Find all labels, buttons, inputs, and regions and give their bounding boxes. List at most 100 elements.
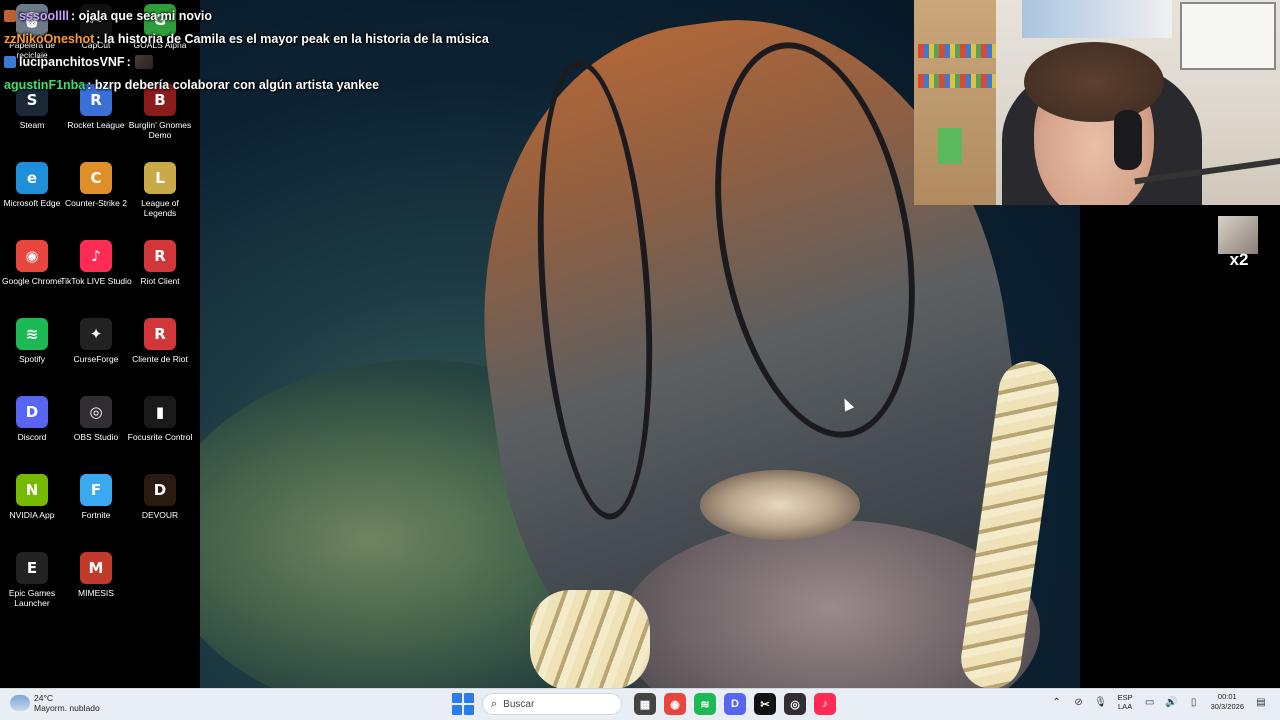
desktop-icon-label: Fortnite [81,510,111,520]
shelf-items [918,74,996,88]
wall-poster [1022,0,1172,38]
fish-mouth [700,470,860,540]
app-icon: D [144,474,176,506]
desktop-icon-label: League of Legends [141,198,179,218]
headset [1114,110,1142,170]
wall-frame [1180,2,1276,70]
desktop-icon-label: Discord [17,432,47,442]
notifications-icon[interactable]: ▤ [1253,694,1269,710]
clock[interactable]: 00:01 30/3/2026 [1211,692,1244,712]
desktop-icon-label: Google Chrome [1,276,62,286]
search-placeholder: Buscar [503,698,535,710]
multiplier-badge: x2 [1229,250,1249,269]
desktop-icon-label: CurseForge [73,354,119,364]
chat-message: zzNikoOneshot: la historia de Camila es … [4,27,564,50]
clock-time: 00:01 [1217,692,1237,701]
desktop-icon[interactable]: D Discord [0,396,64,442]
taskbar-search[interactable]: ⌕ Buscar [482,693,622,715]
desktop-icon[interactable]: C Counter-Strike 2 [64,162,128,208]
desktop-icon[interactable]: ✦ CurseForge [64,318,128,364]
chat-text: : la historia de Camila es el mayor peak… [96,31,489,46]
taskbar-app-obs[interactable]: ◎ [784,693,806,715]
system-tray: ⌃ ⊘ 🎙 ESP LAA ▭ 🔊 ▯ 00:01 30/3/2026 ▤ [1046,692,1272,712]
desktop-icon-label: NVIDIA App [9,510,55,520]
desktop-icon[interactable]: R Riot Client [128,240,192,286]
battery-icon[interactable]: ▯ [1186,694,1202,710]
chat-message: agustinF1nba: bzrp debería colaborar con… [4,73,564,96]
chat-text: : bzrp debería colaborar con algún artis… [87,77,380,92]
desktop-icon-label: Steam [19,120,45,130]
desktop-icon[interactable]: D DEVOUR [128,474,192,520]
chat-message: sssoollll: ojala que sea mi novio [4,4,564,27]
desktop-icon-label: DEVOUR [141,510,179,520]
desktop-icon[interactable]: R Cliente de Riot [128,318,192,364]
app-icon: C [80,162,112,194]
desktop-icon-label: Riot Client [140,276,180,286]
volume-icon[interactable]: 🔊 [1164,694,1180,710]
desktop-icon[interactable]: ◉ Google Chrome [0,240,64,286]
app-icon: N [16,474,48,506]
app-icon: ◉ [16,240,48,272]
chat-username: lucipanchitosVNF [19,54,125,69]
desktop-icon-label: Rocket League [67,120,125,130]
desktop-icon[interactable]: ◎ OBS Studio [64,396,128,442]
desktop-icon[interactable]: M MIMESIS [64,552,128,598]
app-icon: R [144,318,176,350]
desktop-icon[interactable]: ▮ Focusrite Control [128,396,192,442]
desktop-icon[interactable]: ♪ TikTok LIVE Studio [60,240,132,286]
taskbar-app-capcut[interactable]: ✂ [754,693,776,715]
app-icon: ♪ [80,240,112,272]
chat-badge-icon [4,9,16,22]
streamer-hair [1024,42,1164,122]
desktop-icon[interactable]: L League of Legends [128,162,192,218]
taskbar-app-tiktok-live[interactable]: ♪ [814,693,836,715]
chevron-up-icon[interactable]: ⌃ [1049,694,1065,710]
desktop-icon[interactable]: F Fortnite [64,474,128,520]
app-icon: ≋ [16,318,48,350]
desktop-icon-label: Cliente de Riot [132,354,188,364]
desktop-icon-label: Focusrite Control [127,432,193,442]
desktop-icon-label: OBS Studio [73,432,119,442]
desktop-icon[interactable]: E Epic Games Launcher [0,552,64,608]
chat-username: agustinF1nba [4,77,86,92]
gold-chain-bottom [530,590,650,688]
weather-temp: 24°C [34,693,53,703]
desktop-icon-label: Epic Games Launcher [8,588,56,608]
search-icon: ⌕ [491,697,498,710]
desktop-icons: 🗑 Papelera de reciclaje ✂ CapCut G GOALS Alph… [0,0,200,688]
desktop-icon-label: TikTok LIVE Studio [60,276,132,286]
desktop-icon[interactable]: ≋ Spotify [0,318,64,364]
cloud-sun-icon [10,695,30,711]
chat-username: zzNikoOneshot [4,31,95,46]
alert-thumbnail [1218,216,1258,254]
chat-text: : ojala que sea mi novio [71,8,213,23]
start-button[interactable] [452,693,474,715]
taskbar-center: ⌕ Buscar ▦ ◉ ≋ D ✂ ◎ ♪ [452,693,840,715]
desktop-icon[interactable]: e Microsoft Edge [0,162,64,208]
taskbar-apps: ▦ ◉ ≋ D ✂ ◎ ♪ [630,693,840,715]
desktop-icon-label: Microsoft Edge [3,198,61,208]
desktop-icon-label: Burglin' Gnomes Demo [128,120,192,140]
weather-desc: Mayorm. nublado [34,703,100,713]
network-off-icon[interactable]: ⊘ [1071,694,1087,710]
desktop-icon-label: Spotify [19,354,45,364]
emote-icon [134,54,153,69]
display-icon[interactable]: ▭ [1142,694,1158,710]
app-icon: ◎ [80,396,112,428]
taskbar-app-discord[interactable]: D [724,693,746,715]
taskbar-app-spotify[interactable]: ≋ [694,693,716,715]
desktop-icon-label: Counter-Strike 2 [65,198,127,208]
desktop-icon[interactable]: N NVIDIA App [0,474,64,520]
app-icon: D [16,396,48,428]
taskbar-app-file-explorer[interactable]: ▦ [634,693,656,715]
chat-message: lucipanchitosVNF: [4,50,564,73]
app-icon: F [80,474,112,506]
taskbar-app-chrome[interactable]: ◉ [664,693,686,715]
desktop-icon-label: MIMESIS [78,588,114,598]
microphone-icon[interactable]: 🎙 [1093,694,1109,710]
app-icon: ✦ [80,318,112,350]
app-icon: e [16,162,48,194]
taskbar: 24°C Mayorm. nublado ⌕ Buscar ▦ ◉ ≋ D ✂ ◎ ♪ ⌃ … [0,688,1280,720]
weather-widget[interactable]: 24°C Mayorm. nublado [10,693,100,713]
language-indicator[interactable]: ESP LAA [1118,693,1133,711]
